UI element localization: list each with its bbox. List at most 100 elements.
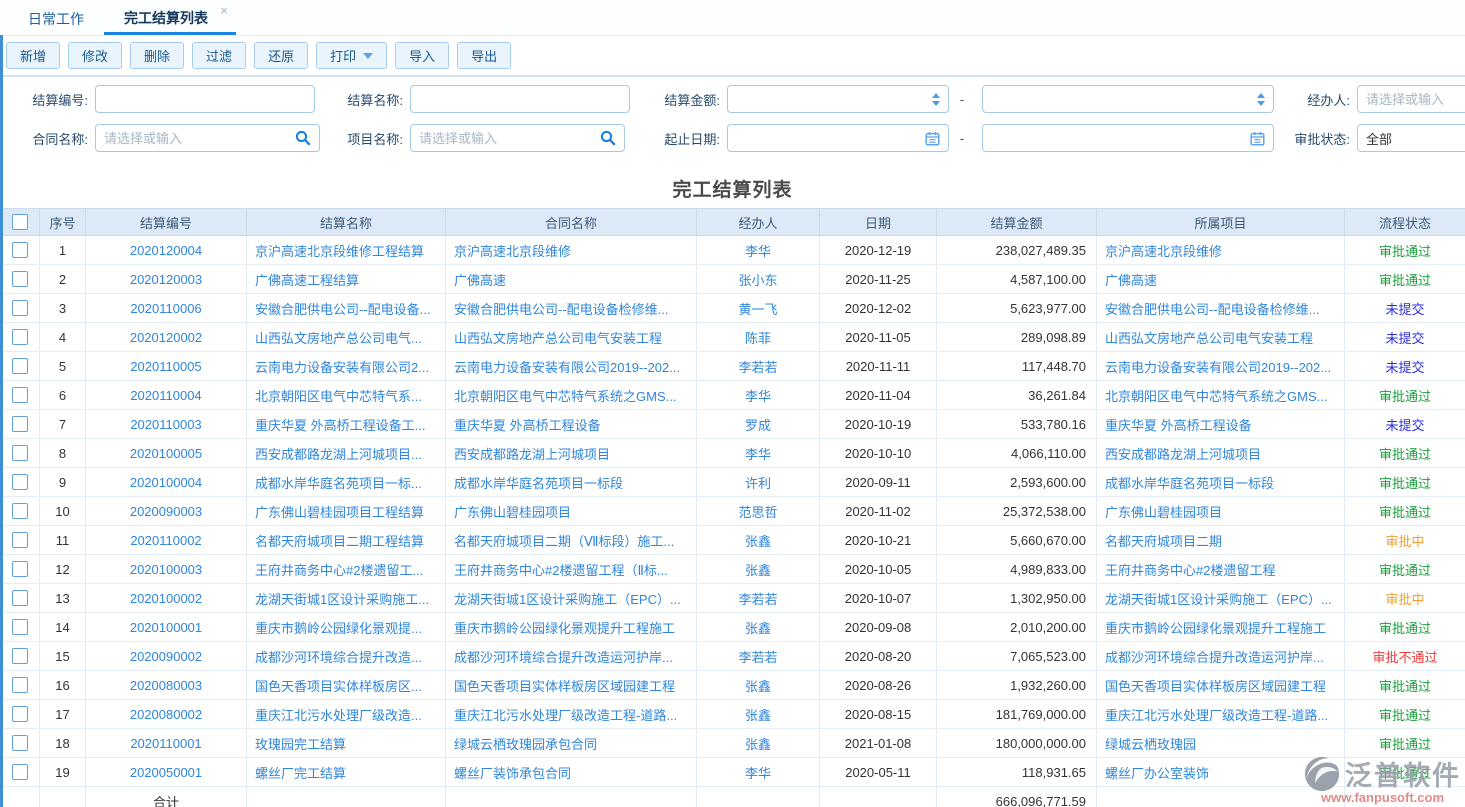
search-icon[interactable] xyxy=(295,130,311,146)
cell-name[interactable]: 山西弘文房地产总公司电气... xyxy=(247,323,446,351)
column-header-1[interactable]: 序号 xyxy=(40,209,86,235)
cell-handler[interactable]: 范思哲 xyxy=(697,497,820,525)
print-button[interactable]: 打印 xyxy=(316,42,387,69)
cell-contract[interactable]: 广东佛山碧桂园项目 xyxy=(446,497,697,525)
modify-button[interactable]: 修改 xyxy=(68,42,122,69)
cell-contract[interactable]: 重庆江北污水处理厂级改造工程-道路... xyxy=(446,700,697,728)
cell-contract[interactable]: 螺丝厂装饰承包合同 xyxy=(446,758,697,786)
cell-project[interactable]: 成都沙河环境综合提升改造运河护岸... xyxy=(1097,642,1345,670)
export-button[interactable]: 导出 xyxy=(457,42,511,69)
cell-handler[interactable]: 李华 xyxy=(697,758,820,786)
cell-name[interactable]: 北京朝阳区电气中芯特气系... xyxy=(247,381,446,409)
cell-handler[interactable]: 李华 xyxy=(697,381,820,409)
cell-project[interactable]: 西安成都路龙湖上河城项目 xyxy=(1097,439,1345,467)
cell-handler[interactable]: 张小东 xyxy=(697,265,820,293)
cell-contract[interactable]: 王府井商务中心#2楼遗留工程（Ⅱ标... xyxy=(446,555,697,583)
cell-name[interactable]: 成都沙河环境综合提升改造... xyxy=(247,642,446,670)
handler-input[interactable] xyxy=(1366,92,1465,107)
cell-handler[interactable]: 张鑫 xyxy=(697,555,820,583)
row-checkbox[interactable] xyxy=(12,648,28,664)
cell-project[interactable]: 螺丝厂办公室装饰 xyxy=(1097,758,1345,786)
amount-min-spinner-icon[interactable] xyxy=(932,93,940,106)
contract-name-input[interactable] xyxy=(104,131,295,146)
cell-contract[interactable]: 成都水岸华庭名苑项目一标段 xyxy=(446,468,697,496)
cell-name[interactable]: 螺丝厂完工结算 xyxy=(247,758,446,786)
project-name-input[interactable] xyxy=(419,131,600,146)
column-header-2[interactable]: 结算编号 xyxy=(86,209,247,235)
cell-name[interactable]: 成都水岸华庭名苑项目一标... xyxy=(247,468,446,496)
approval-status-select[interactable]: 全部 xyxy=(1357,124,1465,152)
column-header-8[interactable]: 所属项目 xyxy=(1097,209,1345,235)
row-checkbox[interactable] xyxy=(12,474,28,490)
row-checkbox[interactable] xyxy=(12,416,28,432)
cell-handler[interactable]: 张鑫 xyxy=(697,671,820,699)
cell-code[interactable]: 2020100002 xyxy=(86,584,247,612)
cell-name[interactable]: 重庆江北污水处理厂级改造... xyxy=(247,700,446,728)
row-checkbox[interactable] xyxy=(12,387,28,403)
cell-project[interactable]: 重庆市鹅岭公园绿化景观提升工程施工 xyxy=(1097,613,1345,641)
cell-contract[interactable]: 广佛高速 xyxy=(446,265,697,293)
cell-project[interactable]: 北京朝阳区电气中芯特气系统之GMS... xyxy=(1097,381,1345,409)
column-header-6[interactable]: 日期 xyxy=(820,209,937,235)
cell-code[interactable]: 2020110002 xyxy=(86,526,247,554)
cell-handler[interactable]: 李若若 xyxy=(697,584,820,612)
cell-name[interactable]: 重庆华夏 外高桥工程设备工... xyxy=(247,410,446,438)
cell-handler[interactable]: 罗成 xyxy=(697,410,820,438)
row-checkbox[interactable] xyxy=(12,271,28,287)
row-checkbox[interactable] xyxy=(12,735,28,751)
amount-max-spinner-icon[interactable] xyxy=(1257,93,1265,106)
cell-handler[interactable]: 陈菲 xyxy=(697,323,820,351)
row-checkbox[interactable] xyxy=(12,561,28,577)
tab-settlement-list[interactable]: 完工结算列表 × xyxy=(104,4,236,35)
cell-handler[interactable]: 李若若 xyxy=(697,352,820,380)
cell-code[interactable]: 2020100003 xyxy=(86,555,247,583)
cell-project[interactable]: 名都天府城项目二期 xyxy=(1097,526,1345,554)
column-header-4[interactable]: 合同名称 xyxy=(446,209,697,235)
cell-handler[interactable]: 张鑫 xyxy=(697,700,820,728)
cell-project[interactable]: 成都水岸华庭名苑项目一标段 xyxy=(1097,468,1345,496)
cell-contract[interactable]: 重庆市鹅岭公园绿化景观提升工程施工 xyxy=(446,613,697,641)
cell-code[interactable]: 2020110005 xyxy=(86,352,247,380)
cell-name[interactable]: 西安成都路龙湖上河城项目... xyxy=(247,439,446,467)
settlement-name-input[interactable] xyxy=(419,92,621,107)
row-checkbox[interactable] xyxy=(12,764,28,780)
import-button[interactable]: 导入 xyxy=(395,42,449,69)
column-header-3[interactable]: 结算名称 xyxy=(247,209,446,235)
cell-contract[interactable]: 安徽合肥供电公司--配电设备检修维... xyxy=(446,294,697,322)
cell-project[interactable]: 重庆江北污水处理厂级改造工程-道路... xyxy=(1097,700,1345,728)
cell-project[interactable]: 王府井商务中心#2楼遗留工程 xyxy=(1097,555,1345,583)
cell-code[interactable]: 2020120004 xyxy=(86,236,247,264)
cell-name[interactable]: 龙湖天街城1区设计采购施工... xyxy=(247,584,446,612)
cell-code[interactable]: 2020100001 xyxy=(86,613,247,641)
cell-project[interactable]: 龙湖天街城1区设计采购施工（EPC）... xyxy=(1097,584,1345,612)
close-icon[interactable]: × xyxy=(220,4,228,18)
row-checkbox[interactable] xyxy=(12,677,28,693)
cell-project[interactable]: 京沪高速北京段维修 xyxy=(1097,236,1345,264)
cell-code[interactable]: 2020080003 xyxy=(86,671,247,699)
cell-name[interactable]: 安徽合肥供电公司--配电设备... xyxy=(247,294,446,322)
cell-contract[interactable]: 重庆华夏 外高桥工程设备 xyxy=(446,410,697,438)
cell-contract[interactable]: 山西弘文房地产总公司电气安装工程 xyxy=(446,323,697,351)
cell-code[interactable]: 2020090003 xyxy=(86,497,247,525)
column-header-7[interactable]: 结算金额 xyxy=(937,209,1097,235)
column-header-9[interactable]: 流程状态 xyxy=(1345,209,1465,235)
cell-handler[interactable]: 李若若 xyxy=(697,642,820,670)
cell-handler[interactable]: 李华 xyxy=(697,439,820,467)
calendar-icon[interactable] xyxy=(925,131,940,146)
row-checkbox[interactable] xyxy=(12,242,28,258)
cell-project[interactable]: 安徽合肥供电公司--配电设备检修维... xyxy=(1097,294,1345,322)
cell-project[interactable]: 广东佛山碧桂园项目 xyxy=(1097,497,1345,525)
cell-contract[interactable]: 北京朝阳区电气中芯特气系统之GMS... xyxy=(446,381,697,409)
cell-name[interactable]: 广佛高速工程结算 xyxy=(247,265,446,293)
cell-code[interactable]: 2020110001 xyxy=(86,729,247,757)
row-checkbox[interactable] xyxy=(12,445,28,461)
row-checkbox[interactable] xyxy=(12,329,28,345)
cell-project[interactable]: 绿城云栖玫瑰园 xyxy=(1097,729,1345,757)
cell-code[interactable]: 2020080002 xyxy=(86,700,247,728)
cell-name[interactable]: 重庆市鹅岭公园绿化景观提... xyxy=(247,613,446,641)
cell-contract[interactable]: 西安成都路龙湖上河城项目 xyxy=(446,439,697,467)
cell-contract[interactable]: 龙湖天街城1区设计采购施工（EPC）... xyxy=(446,584,697,612)
cell-handler[interactable]: 张鑫 xyxy=(697,526,820,554)
cell-code[interactable]: 2020110006 xyxy=(86,294,247,322)
cell-handler[interactable]: 张鑫 xyxy=(697,729,820,757)
